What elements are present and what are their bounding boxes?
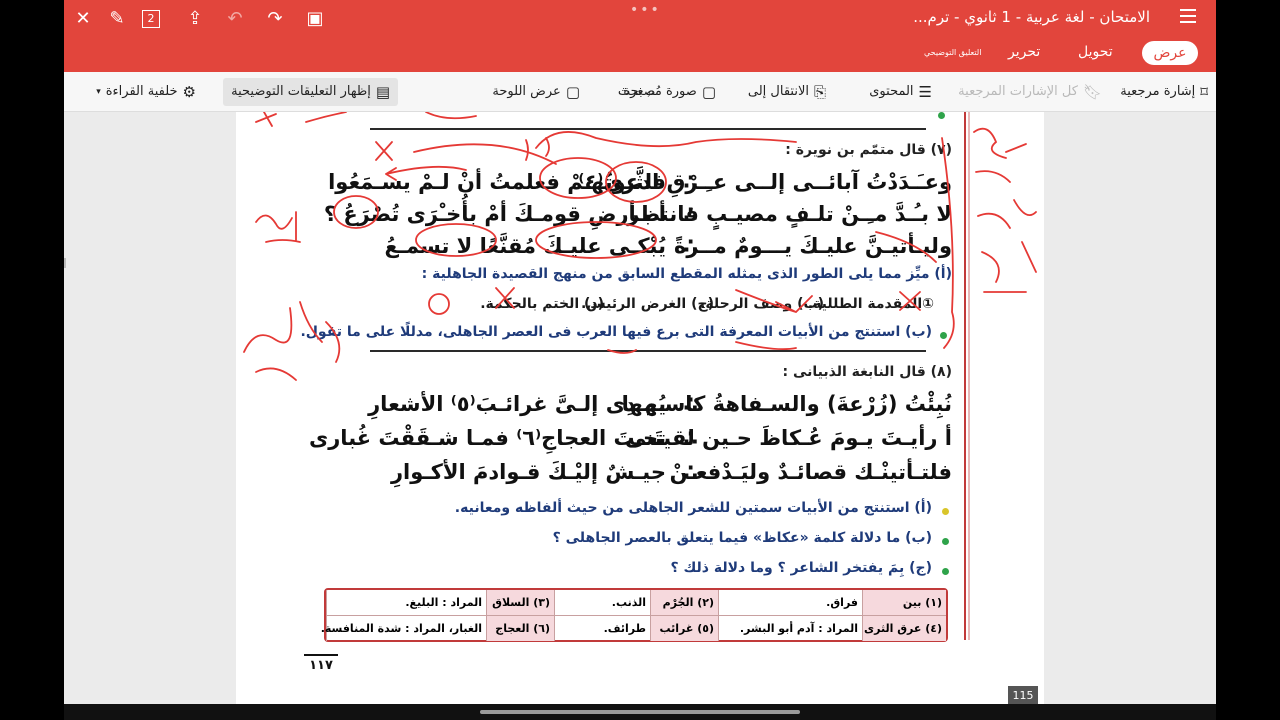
more-dots[interactable]: •••	[630, 2, 661, 18]
annotations-icon: ▤	[375, 83, 390, 101]
ink-stroke	[899, 291, 921, 311]
ink-circle	[415, 223, 497, 257]
page-count-badge[interactable]: 2	[142, 10, 160, 28]
reading-background-button[interactable]: ⚙ خلفية القراءة ▾	[96, 78, 196, 106]
ink-annotations[interactable]	[236, 112, 1044, 704]
ink-stroke	[735, 289, 813, 314]
reading-background-label: خلفية القراءة	[105, 84, 178, 99]
chevron-down-icon: ▾	[96, 87, 101, 97]
eraser-icon[interactable]: ✎	[106, 8, 128, 30]
all-bookmarks-label: كل الإشارات المرجعية	[958, 84, 1078, 99]
ink-stroke	[607, 341, 797, 354]
bookmark-icon: ⌑	[1200, 83, 1208, 101]
title-bar: ✕ ✎ 2 ⇪ ↶ ↷ ▣ ••• الامتحان - لغة عربية -…	[64, 0, 1216, 72]
bookmark-button[interactable]: ⌑ إشارة مرجعية	[1120, 78, 1208, 106]
scroll-marker[interactable]	[64, 258, 66, 268]
ink-stroke	[243, 301, 341, 381]
search-label: بحث	[617, 84, 643, 99]
ink-circle	[539, 157, 617, 199]
close-icon[interactable]: ✕	[72, 8, 94, 30]
bookmarks-icon: 🔖︎	[1082, 83, 1102, 101]
all-bookmarks-button[interactable]: 🔖︎ كل الإشارات المرجعية	[958, 78, 1102, 106]
ink-stroke	[495, 287, 515, 309]
share-icon[interactable]: ⇪	[184, 8, 206, 30]
ink-circle	[535, 221, 657, 259]
board-icon: ▢	[565, 83, 580, 101]
gear-icon: ⚙	[182, 83, 196, 101]
tab-annotate[interactable]: التعليق التوضيحي	[924, 48, 981, 57]
page-number-badge: 115	[1008, 686, 1038, 706]
goto-label: الانتقال إلى	[747, 84, 809, 99]
thumbnail-icon: ▢	[701, 83, 716, 101]
ink-stroke	[255, 112, 347, 127]
contents-label: المحتوى	[869, 84, 914, 99]
tab-edit[interactable]: تحرير	[1008, 44, 1040, 60]
ink-stroke	[525, 137, 550, 161]
document-page[interactable]: (٧) قال متمّم بن نويرة : وعـَـدَدْتُ آبا…	[236, 112, 1044, 704]
show-annotations-label: إظهار التعليقات التوضيحية	[231, 84, 371, 99]
app-screen: ✕ ✎ 2 ⇪ ↶ ↷ ▣ ••• الامتحان - لغة عربية -…	[64, 0, 1216, 720]
redo-icon[interactable]: ↷	[264, 8, 286, 30]
tab-view[interactable]: عرض	[1142, 41, 1198, 65]
search-button[interactable]: ⌕ بحث	[618, 78, 656, 106]
ink-stroke	[375, 141, 393, 161]
goto-button[interactable]: ⎘ الانتقال إلى	[748, 78, 826, 106]
search-icon: ⌕	[647, 83, 656, 101]
document-title: الامتحان - لغة عربية - 1 ثانوي - ترم...	[913, 8, 1150, 26]
undo-icon[interactable]: ↶	[224, 8, 246, 30]
ink-stroke	[413, 131, 797, 165]
ink-stroke	[875, 137, 955, 349]
ink-circle	[333, 195, 379, 229]
board-view-label: عرض اللوحة	[492, 84, 561, 99]
ink-circle	[428, 293, 450, 315]
goto-icon: ⎘	[813, 83, 826, 101]
ink-stroke	[385, 165, 467, 181]
contents-button[interactable]: ☰ المحتوى	[869, 78, 932, 106]
menu-icon[interactable]	[1180, 9, 1196, 23]
ink-stroke	[973, 127, 1027, 293]
contents-icon: ☰	[918, 83, 932, 101]
home-indicator[interactable]	[480, 710, 800, 714]
ink-stroke	[425, 112, 477, 120]
board-view-button[interactable]: ▢ عرض اللوحة	[492, 78, 580, 106]
ink-stroke	[255, 211, 301, 243]
ink-stroke	[1005, 143, 1037, 273]
toolbar: ⌑ إشارة مرجعية 🔖︎ كل الإشارات المرجعية ☰…	[64, 72, 1216, 112]
show-annotations-button[interactable]: ▤ إظهار التعليقات التوضيحية	[223, 78, 398, 106]
bookmark-label: إشارة مرجعية	[1120, 84, 1196, 99]
tab-convert[interactable]: تحويل	[1078, 44, 1113, 60]
save-icon[interactable]: ▣	[304, 8, 326, 30]
